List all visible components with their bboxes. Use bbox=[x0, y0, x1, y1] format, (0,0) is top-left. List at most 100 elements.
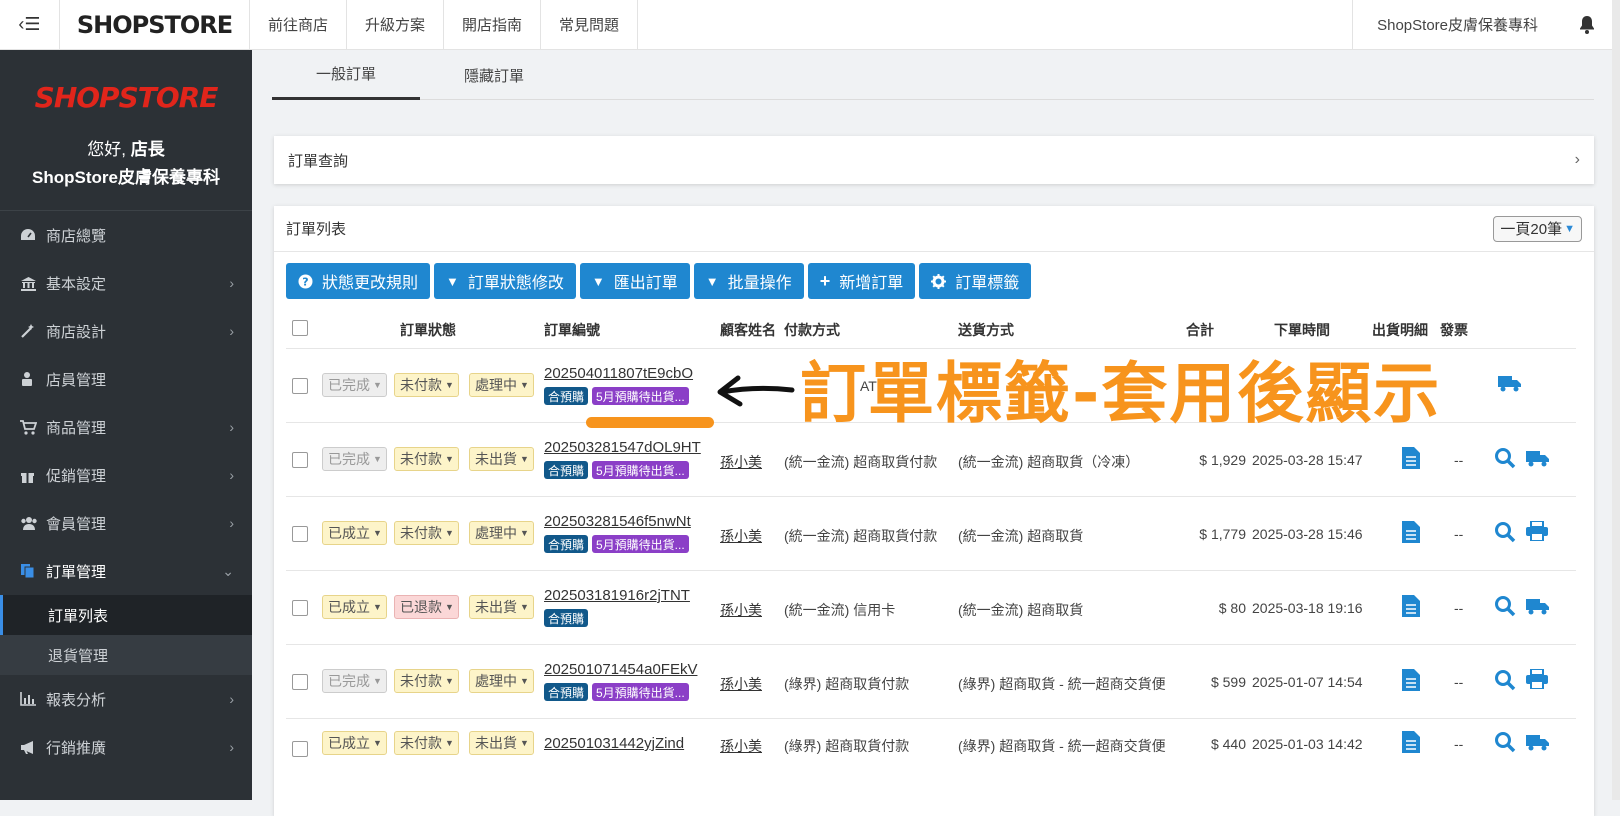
truck-icon[interactable] bbox=[1526, 596, 1550, 619]
row-checkbox[interactable] bbox=[292, 378, 308, 394]
payment-status-select[interactable]: 未付款 ▼ bbox=[394, 731, 459, 755]
truck-icon[interactable] bbox=[1498, 373, 1522, 396]
customer-name-link[interactable]: 孫小美 bbox=[720, 452, 762, 472]
top-link-store[interactable]: 前往商店 bbox=[250, 0, 348, 50]
customer-name-link[interactable]: 孫小美 bbox=[720, 526, 762, 546]
sidebar-item-orders[interactable]: 訂單管理 ⌄ bbox=[0, 547, 252, 595]
search-icon[interactable] bbox=[1494, 521, 1516, 546]
order-status-select[interactable]: 已完成 ▼ bbox=[322, 669, 387, 693]
customer-name-link[interactable]: 孫小美 bbox=[720, 600, 762, 620]
file-detail-icon[interactable] bbox=[1402, 595, 1420, 620]
sidebar-logo[interactable]: SHOPSTORE bbox=[0, 50, 252, 130]
payment-status-select[interactable]: 未付款 ▼ bbox=[394, 521, 459, 545]
row-checkbox[interactable] bbox=[292, 674, 308, 690]
order-number-link[interactable]: 202503281547dOL9HT bbox=[544, 439, 701, 456]
shipping-status-select[interactable]: 處理中 ▼ bbox=[469, 669, 534, 693]
caret-down-icon: ▼ bbox=[705, 273, 719, 289]
button-label: 匯出訂單 bbox=[613, 275, 678, 292]
chevron-right-icon: › bbox=[229, 419, 234, 435]
truck-icon[interactable] bbox=[1526, 448, 1550, 471]
file-detail-icon[interactable] bbox=[1402, 669, 1420, 694]
payment-method: (統一金流) 信用卡 bbox=[784, 602, 896, 618]
order-number-link[interactable]: 202503181916r2jTNT bbox=[544, 587, 690, 604]
tab-hidden-orders[interactable]: 隱藏訂單 bbox=[420, 50, 568, 100]
customer-name-link[interactable]: 孫小美 bbox=[720, 736, 762, 756]
select-value: 已成立 bbox=[328, 599, 370, 615]
search-icon[interactable] bbox=[1494, 669, 1516, 694]
top-link-faq[interactable]: 常見問題 bbox=[541, 0, 639, 50]
customer-name-link[interactable]: 孫小美 bbox=[720, 674, 762, 694]
order-status-select[interactable]: 已成立 ▼ bbox=[322, 595, 387, 619]
add-order-button[interactable]: + 新增訂單 bbox=[807, 263, 916, 299]
sidebar-item-products[interactable]: 商品管理 › bbox=[0, 403, 252, 451]
status-rules-button[interactable]: ? 狀態更改規則 bbox=[286, 263, 431, 299]
payment-status-select[interactable]: 已退款 ▼ bbox=[394, 595, 459, 619]
table-row[interactable]: 已成立 ▼ 未付款 ▼ 處理中 ▼ 202503281546f5nwNt 合預購 5月… bbox=[286, 496, 1576, 570]
chevron-down-icon: ▼ bbox=[445, 454, 454, 464]
top-link-upgrade[interactable]: 升級方案 bbox=[347, 0, 445, 50]
table-row[interactable]: 已成立 ▼ 未付款 ▼ 未出貨 ▼ 202501031442yjZind 孫小美 (綠… bbox=[286, 718, 1576, 778]
top-logo[interactable]: SHOPSTORE bbox=[60, 0, 250, 50]
sidebar-item-staff[interactable]: 店員管理 bbox=[0, 355, 252, 403]
order-status-select[interactable]: 已完成 ▼ bbox=[322, 447, 387, 471]
sidebar-item-label: 行銷推廣 bbox=[46, 739, 107, 757]
order-number-link[interactable]: 202503281546f5nwNt bbox=[544, 513, 691, 530]
shipping-status-select[interactable]: 處理中 ▼ bbox=[469, 521, 534, 545]
shipping-status-select[interactable]: 未出貨 ▼ bbox=[469, 447, 534, 471]
sidebar-toggle-button[interactable]: ‹☰ bbox=[0, 0, 60, 50]
sidebar-item-store-design[interactable]: 商店設計 › bbox=[0, 307, 252, 355]
order-number-link[interactable]: 202501071454a0FEkV bbox=[544, 661, 697, 678]
select-all-checkbox[interactable] bbox=[292, 320, 308, 336]
sidebar-item-basic-settings[interactable]: 基本設定 › bbox=[0, 259, 252, 307]
sidebar-item-marketing[interactable]: 行銷推廣 › bbox=[0, 723, 252, 771]
order-status-select[interactable]: 已成立 ▼ bbox=[322, 731, 387, 755]
row-checkbox[interactable] bbox=[292, 452, 308, 468]
payment-status-select[interactable]: 未付款 ▼ bbox=[394, 447, 459, 471]
order-tags-button[interactable]: 訂單標籤 bbox=[919, 263, 1032, 299]
notification-button[interactable] bbox=[1562, 15, 1612, 35]
chevron-right-icon: › bbox=[229, 691, 234, 707]
shipping-status-select[interactable]: 未出貨 ▼ bbox=[469, 731, 534, 755]
order-status-select[interactable]: 已成立 ▼ bbox=[322, 521, 387, 545]
search-icon[interactable] bbox=[1494, 447, 1516, 472]
shipping-method: (統一金流) 超商取貨（冷凍） bbox=[958, 454, 1140, 470]
sidebar-item-overview[interactable]: 商店總覽 bbox=[0, 211, 252, 259]
search-icon[interactable] bbox=[1494, 731, 1516, 756]
status-edit-button[interactable]: ▼ 訂單狀態修改 bbox=[434, 263, 576, 299]
shipping-status-select[interactable]: 未出貨 ▼ bbox=[469, 595, 534, 619]
shipping-status-select[interactable]: 處理中 ▼ bbox=[469, 373, 534, 397]
batch-actions-button[interactable]: ▼ 批量操作 bbox=[693, 263, 804, 299]
per-page-select[interactable]: 一頁20筆 ▼ bbox=[1493, 215, 1582, 242]
header-total: 合計 bbox=[1186, 322, 1214, 338]
sidebar-subitem-returns[interactable]: 退貨管理 bbox=[0, 635, 252, 675]
sidebar-item-promotions[interactable]: 促銷管理 › bbox=[0, 451, 252, 499]
search-icon[interactable] bbox=[1494, 595, 1516, 620]
print-icon[interactable] bbox=[1526, 520, 1548, 544]
page-scrollbar[interactable] bbox=[1612, 50, 1620, 800]
annotation-text: 訂單標籤-套用後顯示 bbox=[800, 355, 1442, 432]
order-number-link[interactable]: 202504011807tE9cbO bbox=[544, 365, 693, 382]
file-detail-icon[interactable] bbox=[1402, 521, 1420, 546]
order-number-link[interactable]: 202501031442yjZind bbox=[544, 735, 684, 752]
sidebar-item-reports[interactable]: 報表分析 › bbox=[0, 675, 252, 723]
row-checkbox[interactable] bbox=[292, 741, 308, 757]
select-value: 未出貨 bbox=[475, 451, 517, 467]
order-query-panel[interactable]: 訂單查詢 › bbox=[274, 136, 1594, 184]
order-status-select[interactable]: 已完成 ▼ bbox=[322, 373, 387, 397]
payment-status-select[interactable]: 未付款 ▼ bbox=[394, 669, 459, 693]
truck-icon[interactable] bbox=[1526, 732, 1550, 755]
shop-name-menu[interactable]: ShopStore皮膚保養專科 bbox=[1352, 0, 1562, 50]
tab-general-orders[interactable]: 一般訂單 bbox=[272, 50, 420, 100]
export-orders-button[interactable]: ▼ 匯出訂單 bbox=[579, 263, 690, 299]
sidebar-item-members[interactable]: 會員管理 › bbox=[0, 499, 252, 547]
file-detail-icon[interactable] bbox=[1402, 447, 1420, 472]
top-link-guide[interactable]: 開店指南 bbox=[444, 0, 542, 50]
print-icon[interactable] bbox=[1526, 668, 1548, 692]
payment-status-select[interactable]: 未付款 ▼ bbox=[394, 373, 459, 397]
row-checkbox[interactable] bbox=[292, 526, 308, 542]
table-row[interactable]: 已完成 ▼ 未付款 ▼ 處理中 ▼ 202501071454a0FEkV 合預購 5月… bbox=[286, 644, 1576, 718]
row-checkbox[interactable] bbox=[292, 600, 308, 616]
file-detail-icon[interactable] bbox=[1402, 731, 1420, 756]
sidebar-subitem-order-list[interactable]: 訂單列表 bbox=[0, 595, 252, 635]
table-row[interactable]: 已成立 ▼ 已退款 ▼ 未出貨 ▼ 202503181916r2jTNT 合預購 孫小… bbox=[286, 570, 1576, 644]
